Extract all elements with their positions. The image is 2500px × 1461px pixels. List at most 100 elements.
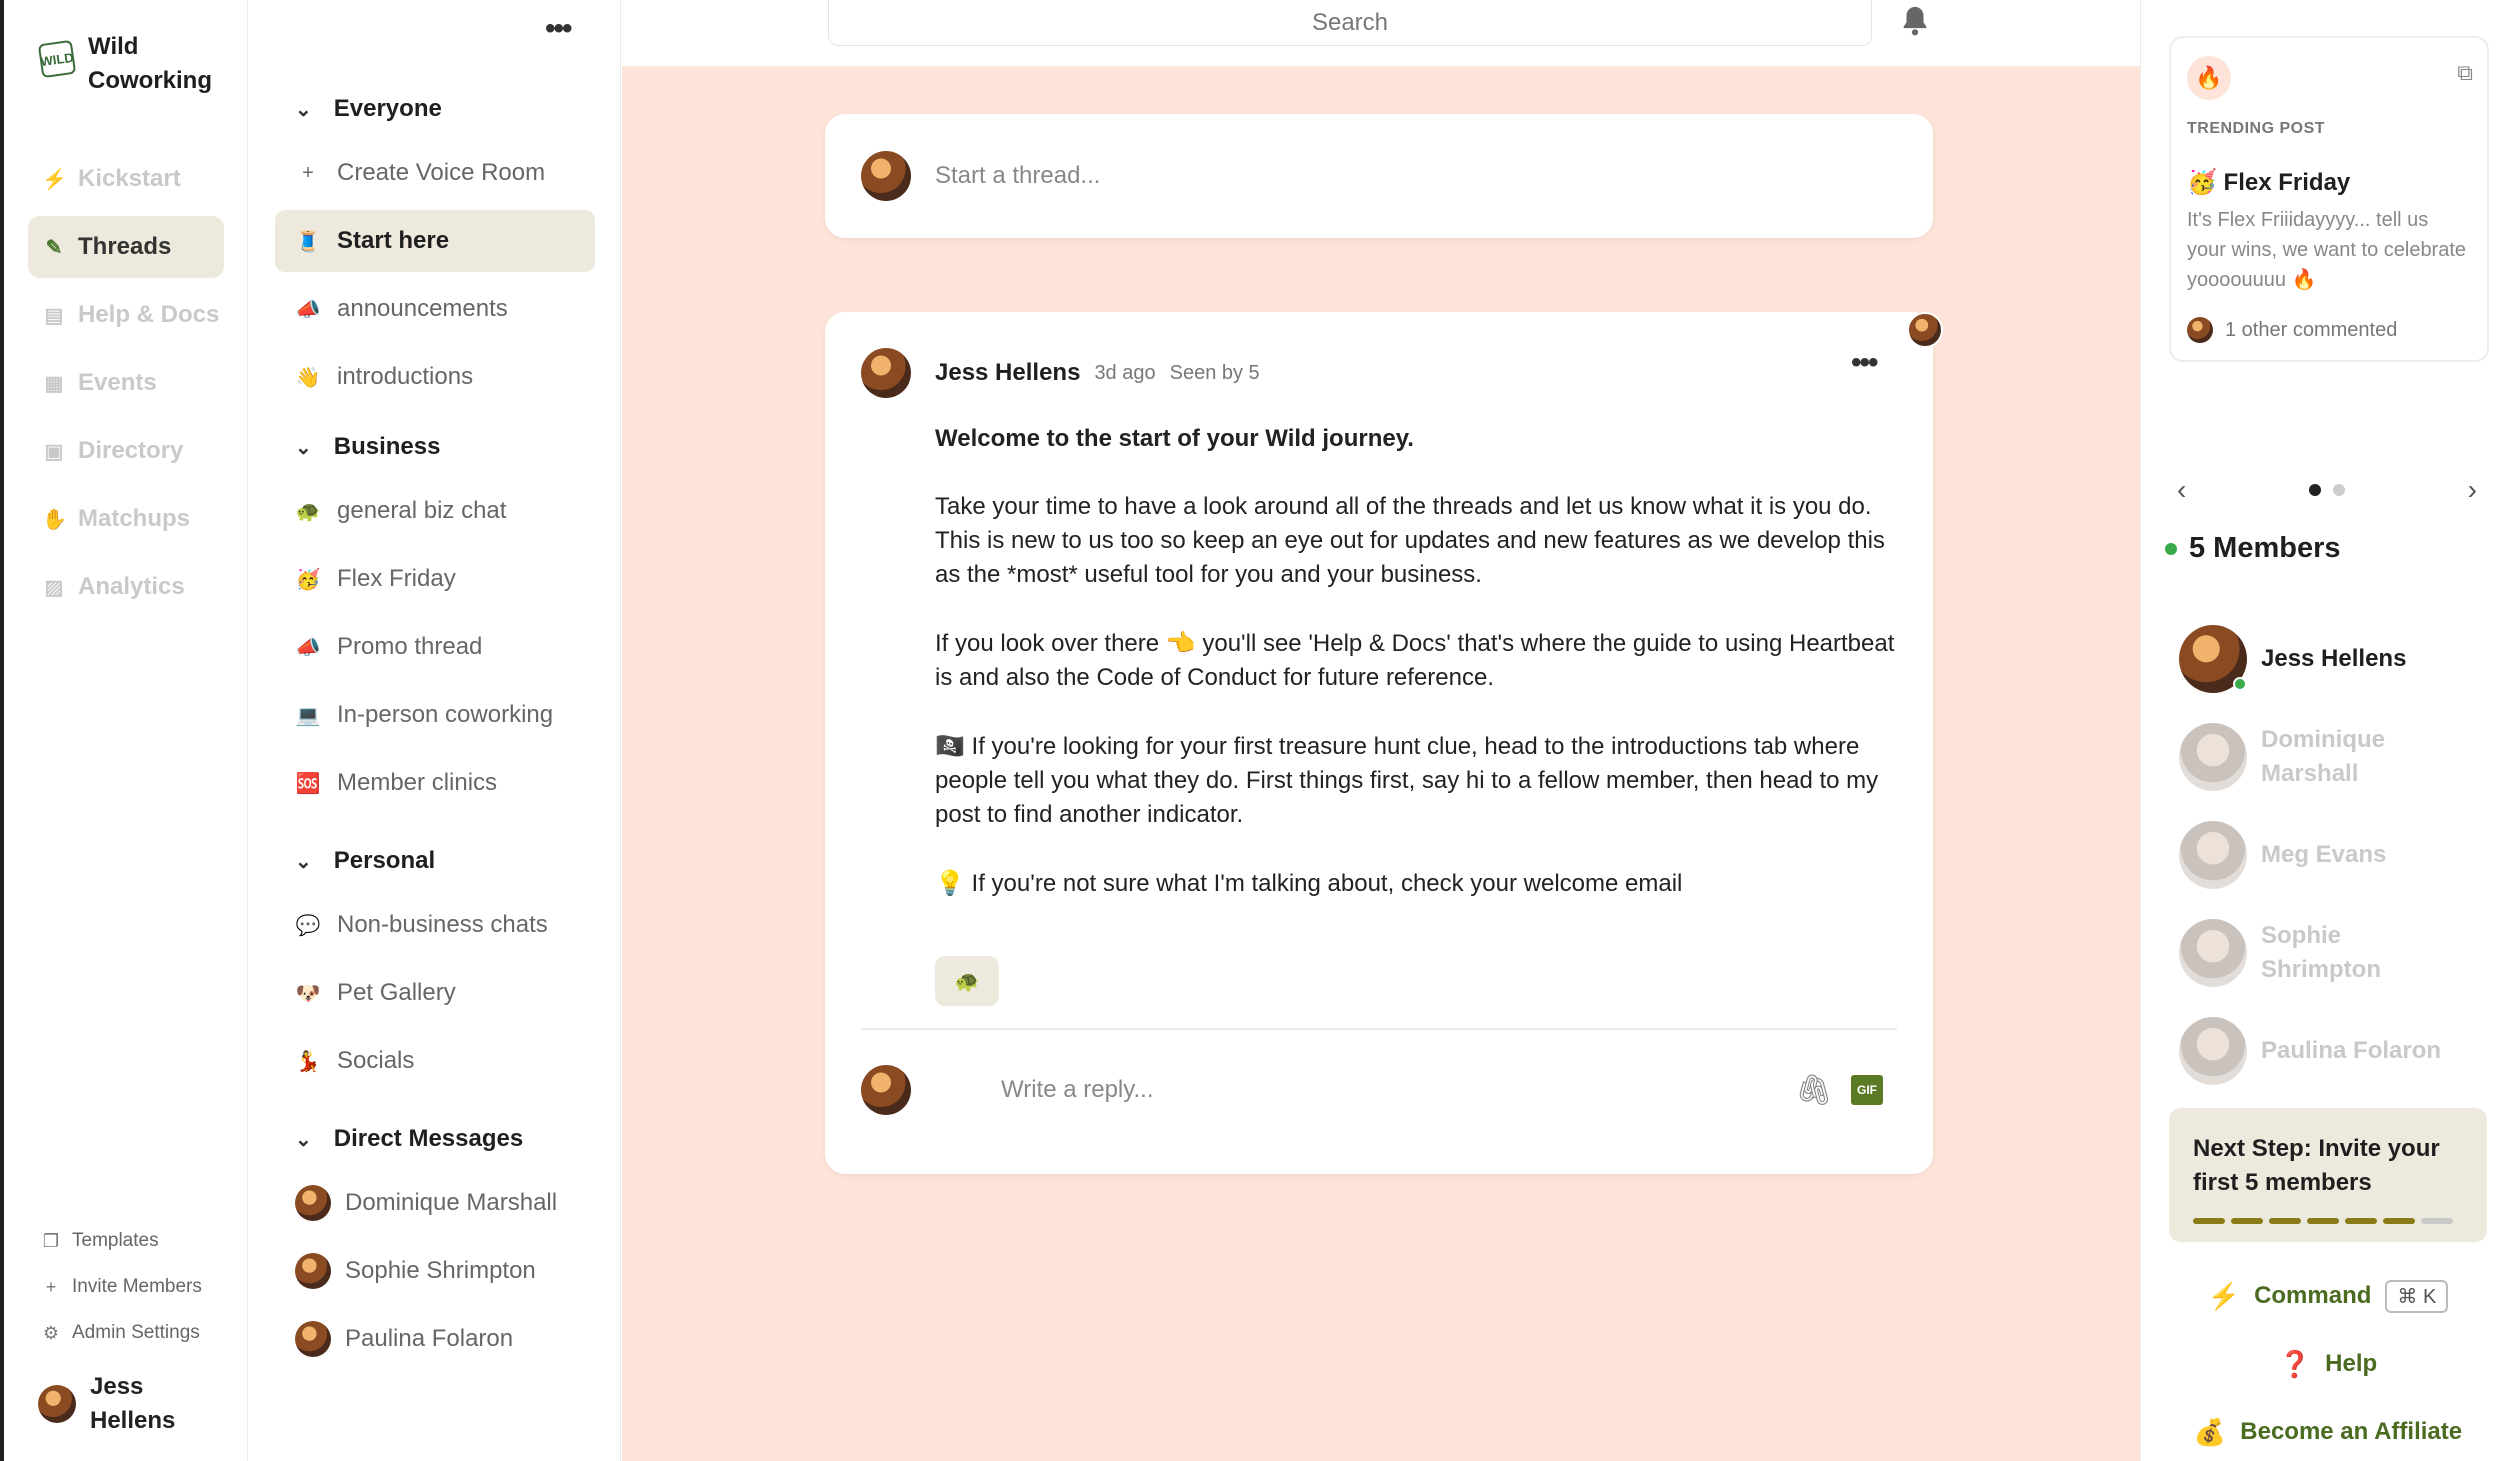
post-author[interactable]: Jess Hellens [935, 359, 1080, 387]
chevron-right-icon[interactable]: › [2468, 474, 2477, 506]
dm-dominique-marshall[interactable]: Dominique Marshall [275, 1172, 595, 1234]
nav-label: Threads [78, 233, 172, 260]
channel-member-clinics[interactable]: 🆘 Member clinics [275, 752, 595, 814]
dm-sophie-shrimpton[interactable]: Sophie Shrimpton [275, 1240, 595, 1302]
invite-members-link[interactable]: + Invite Members [40, 1264, 202, 1310]
question-icon: ❓ [2278, 1348, 2312, 1379]
progress-segment [2421, 1218, 2453, 1224]
section-title: Personal [333, 847, 436, 874]
reply-placeholder: Write a reply... [1001, 1076, 1154, 1103]
chevron-down-icon: ⌄ [295, 850, 312, 873]
affiliate-button[interactable]: 💰 Become an Affiliate [2169, 1398, 2487, 1461]
trending-label: TRENDING POST [2187, 120, 2326, 137]
megaphone-icon: 📣 [295, 636, 321, 659]
channel-non-business-chats[interactable]: 💬 Non-business chats [275, 894, 595, 956]
viewer-avatar [1907, 312, 1943, 348]
avatar [861, 151, 911, 201]
avatar[interactable] [861, 348, 911, 398]
trending-post-card[interactable]: 🔥 ⧉ TRENDING POST 🥳 Flex Friday It's Fle… [2169, 36, 2489, 362]
paperclip-icon[interactable]: 🖇 [1795, 1073, 1833, 1108]
gif-button[interactable]: GIF [1851, 1075, 1883, 1105]
channel-label: introductions [337, 363, 474, 390]
post-title: Welcome to the start of your Wild journe… [935, 425, 1414, 452]
search-placeholder: Search [1311, 8, 1389, 36]
left-nav: WILD Wild Coworking ⚡ Kickstart ✎ Threads … [0, 0, 248, 1461]
search-input[interactable]: Search [828, 0, 1872, 46]
trending-comments: 1 other commented [2187, 317, 2471, 343]
section-everyone[interactable]: ⌄ Everyone [275, 76, 595, 142]
section-direct-messages[interactable]: ⌄ Direct Messages [275, 1106, 595, 1172]
section-title: Direct Messages [333, 1125, 524, 1152]
dm-paulina-folaron[interactable]: Paulina Folaron [275, 1308, 595, 1370]
reply-composer[interactable]: Write a reply... 🖇 GIF [861, 1060, 1897, 1120]
brand[interactable]: WILD Wild Coworking [37, 30, 238, 98]
nav-item-directory[interactable]: ▣ Directory [28, 420, 224, 482]
channel-flex-friday[interactable]: 🥳 Flex Friday [275, 548, 595, 610]
next-step-title: Next Step: Invite your first 5 members [2193, 1135, 2440, 1196]
nav-item-events[interactable]: ▦ Events [28, 352, 224, 414]
section-business[interactable]: ⌄ Business [275, 414, 595, 480]
bolt-icon: ⚡ [42, 168, 67, 191]
post-seen-by[interactable]: Seen by 5 [1170, 362, 1260, 385]
avatar [2179, 723, 2247, 791]
current-user-name: Jess Hellens [90, 1373, 176, 1434]
nav-item-matchups[interactable]: ✋ Matchups [28, 488, 224, 550]
bolt-icon: ⚡ [2207, 1280, 2241, 1311]
member-item[interactable]: Dominique Marshall [2179, 708, 2489, 806]
progress-segment [2269, 1218, 2301, 1224]
carousel-dot[interactable] [2333, 484, 2345, 496]
chevron-left-icon[interactable]: ‹ [2177, 474, 2186, 506]
channel-label: Promo thread [337, 633, 483, 660]
carousel-dot[interactable] [2309, 484, 2321, 496]
templates-label: Templates [72, 1230, 159, 1251]
channel-promo-thread[interactable]: 📣 Promo thread [275, 616, 595, 678]
templates-link[interactable]: ❐ Templates [40, 1218, 202, 1264]
money-bag-icon: 💰 [2193, 1416, 2227, 1447]
channel-in-person-coworking[interactable]: 💻 In-person coworking [275, 684, 595, 746]
carousel-dots [2309, 484, 2345, 496]
nav-item-help-docs[interactable]: ▤ Help & Docs [28, 284, 224, 346]
channel-create-voice-room[interactable]: + Create Voice Room [275, 142, 595, 204]
right-panel: 🔥 ⧉ TRENDING POST 🥳 Flex Friday It's Fle… [2140, 0, 2500, 1461]
post-time: 3d ago [1094, 361, 1156, 384]
bell-icon[interactable] [1898, 4, 1932, 38]
gear-icon: ⚙ [42, 1322, 60, 1343]
member-item[interactable]: Paulina Folaron [2179, 1002, 2489, 1100]
nav-item-kickstart[interactable]: ⚡ Kickstart [28, 148, 224, 210]
avatar [2179, 919, 2247, 987]
channel-introductions[interactable]: 👋 introductions [275, 346, 595, 408]
fire-icon: 🔥 [2187, 56, 2231, 100]
progress-segment [2307, 1218, 2339, 1224]
section-title: Everyone [333, 95, 442, 122]
member-name: Sophie Shrimpton [2261, 922, 2381, 983]
chevron-down-icon: ⌄ [295, 436, 312, 459]
more-options-icon[interactable]: ••• [545, 12, 572, 46]
nav-item-analytics[interactable]: ▨ Analytics [28, 556, 224, 618]
post-body: Welcome to the start of your Wild journe… [935, 422, 1905, 936]
current-user[interactable]: Jess Hellens [38, 1370, 210, 1438]
section-personal[interactable]: ⌄ Personal [275, 828, 595, 894]
member-item[interactable]: Jess Hellens [2179, 610, 2489, 708]
channel-socials[interactable]: 💃 Socials [275, 1030, 595, 1092]
channel-start-here[interactable]: 🧵 Start here [275, 210, 595, 272]
channel-announcements[interactable]: 📣 announcements [275, 278, 595, 340]
channel-general-biz-chat[interactable]: 🐢 general biz chat [275, 480, 595, 542]
admin-settings-link[interactable]: ⚙ Admin Settings [40, 1310, 202, 1356]
party-face-icon: 🥳 [295, 568, 321, 591]
turtle-icon: 🐢 [954, 970, 980, 993]
nav-item-threads[interactable]: ✎ Threads [28, 216, 224, 278]
member-name: Jess Hellens [2261, 645, 2407, 672]
channel-pet-gallery[interactable]: 🐶 Pet Gallery [275, 962, 595, 1024]
post-more-icon[interactable]: ••• [1851, 346, 1878, 380]
help-button[interactable]: ❓ Help [2169, 1330, 2487, 1398]
reaction-button[interactable]: 🐢 [935, 956, 999, 1006]
progress-segment [2193, 1218, 2225, 1224]
channel-label: announcements [337, 295, 508, 322]
thread-composer[interactable]: Start a thread... [825, 114, 1933, 238]
member-item[interactable]: Sophie Shrimpton [2179, 904, 2489, 1002]
command-button[interactable]: ⚡ Command ⌘ K [2169, 1262, 2487, 1330]
invite-label: Invite Members [72, 1276, 202, 1297]
external-link-icon[interactable]: ⧉ [2457, 60, 2473, 86]
member-item[interactable]: Meg Evans [2179, 806, 2489, 904]
next-step-card[interactable]: Next Step: Invite your first 5 members [2169, 1108, 2487, 1242]
